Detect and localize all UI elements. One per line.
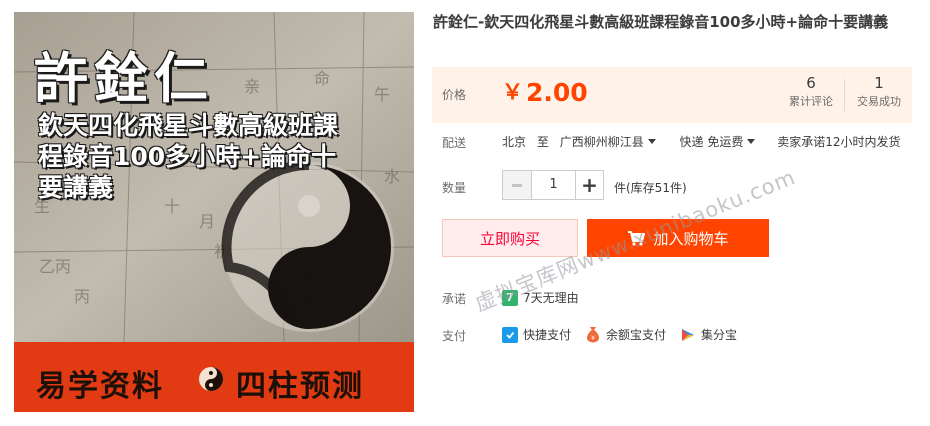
- svg-text:亲: 亲: [244, 77, 260, 96]
- svg-text:乙丙: 乙丙: [39, 257, 71, 276]
- increase-button[interactable]: +: [575, 171, 603, 199]
- payment-yuebao[interactable]: ¥ 余额宝支付: [585, 326, 666, 343]
- sold-stat: 1 交易成功: [846, 73, 912, 111]
- quantity-stepper: 1 +: [502, 170, 604, 200]
- ship-from: 北京: [502, 135, 527, 149]
- minus-icon: [512, 183, 522, 187]
- svg-text:命: 命: [314, 69, 330, 88]
- price-label: 价格: [442, 88, 467, 102]
- shipping-label: 配送: [442, 136, 467, 150]
- payment-jifenbao[interactable]: 集分宝: [680, 326, 737, 343]
- decrease-button[interactable]: [503, 171, 531, 199]
- seven-day-return-icon: 7: [502, 289, 518, 306]
- svg-text:午: 午: [374, 85, 390, 104]
- plus-icon: +: [581, 173, 598, 197]
- hero-subtitle: 欽天四化飛星斗數高級班課程錄音100多小時+論命十要講義: [38, 111, 339, 202]
- stock-info: 件(库存51件): [614, 181, 687, 195]
- payment-yuebao-label: 余额宝支付: [606, 328, 667, 342]
- ship-to-word: 至: [536, 135, 549, 149]
- sold-count: 1: [874, 74, 884, 92]
- promise-text[interactable]: 7天无理由: [523, 289, 579, 306]
- yuebao-icon: ¥: [585, 326, 601, 343]
- reviews-count: 6: [806, 74, 816, 92]
- cart-icon: [628, 231, 646, 246]
- image-banner: 易学资料 四柱预测: [14, 342, 414, 412]
- currency-symbol: ￥: [502, 80, 523, 104]
- payment-jifenbao-label: 集分宝: [701, 328, 738, 342]
- product-image[interactable]: 亲命午 十月初 乙丙丙甲 吉生水 許銓仁 欽天四化飛星斗數高級班課程錄音100多…: [14, 12, 414, 412]
- price-panel: 价格 ￥ 2.00 6 累计评论 1 交易成功: [432, 67, 912, 123]
- stat-divider: [844, 79, 845, 111]
- payment-label: 支付: [442, 329, 467, 343]
- add-to-cart-label: 加入购物车: [653, 229, 729, 248]
- payment-quick[interactable]: 快捷支付: [502, 326, 571, 343]
- ship-promise: 卖家承诺12小时内发货: [777, 135, 901, 149]
- hero-name: 許銓仁: [34, 46, 214, 110]
- chevron-down-icon: [747, 139, 756, 144]
- chevron-down-icon: [647, 139, 656, 144]
- svg-text:月: 月: [199, 212, 215, 231]
- reviews-stat[interactable]: 6 累计评论: [778, 73, 844, 111]
- quick-pay-icon: [502, 326, 518, 343]
- banner-right-text: 四柱预测: [236, 369, 364, 404]
- shipping-method-select[interactable]: 快递 免运费: [680, 135, 763, 149]
- svg-text:¥: ¥: [591, 335, 595, 342]
- product-page: 亲命午 十月初 乙丙丙甲 吉生水 許銓仁 欽天四化飛星斗數高級班課程錄音100多…: [0, 0, 930, 426]
- banner-left-text: 易学资料: [36, 369, 164, 404]
- sold-label: 交易成功: [857, 95, 901, 108]
- reviews-label: 累计评论: [789, 95, 833, 108]
- shipping-row: 北京 至 广西柳州柳江县 快递 免运费 卖家承诺12小时内发货: [502, 133, 907, 150]
- promise-label: 承诺: [442, 292, 467, 306]
- destination-text: 广西柳州柳江县: [559, 135, 644, 149]
- svg-text:丙: 丙: [74, 287, 90, 306]
- jifenbao-icon: [680, 327, 696, 343]
- promise-row: 7 7天无理由: [502, 289, 579, 306]
- quantity-label: 数量: [442, 181, 467, 195]
- price-value: ￥ 2.00: [502, 76, 588, 107]
- quantity-input[interactable]: 1: [531, 171, 575, 199]
- product-title: 許銓仁-欽天四化飛星斗數高級班課程錄音100多小時+論命十要講義: [433, 13, 889, 31]
- taiji-icon: [199, 367, 223, 391]
- svg-text:水: 水: [384, 167, 400, 186]
- payment-methods: 快捷支付 ¥ 余额宝支付 集分宝: [502, 326, 751, 343]
- shipping-method-text: 快递 免运费: [679, 135, 744, 149]
- buy-now-button[interactable]: 立即购买: [442, 219, 578, 257]
- add-to-cart-button[interactable]: 加入购物车: [587, 219, 769, 257]
- payment-quick-label: 快捷支付: [523, 328, 572, 342]
- destination-select[interactable]: 广西柳州柳江县: [560, 135, 663, 149]
- price-amount: 2.00: [526, 78, 588, 107]
